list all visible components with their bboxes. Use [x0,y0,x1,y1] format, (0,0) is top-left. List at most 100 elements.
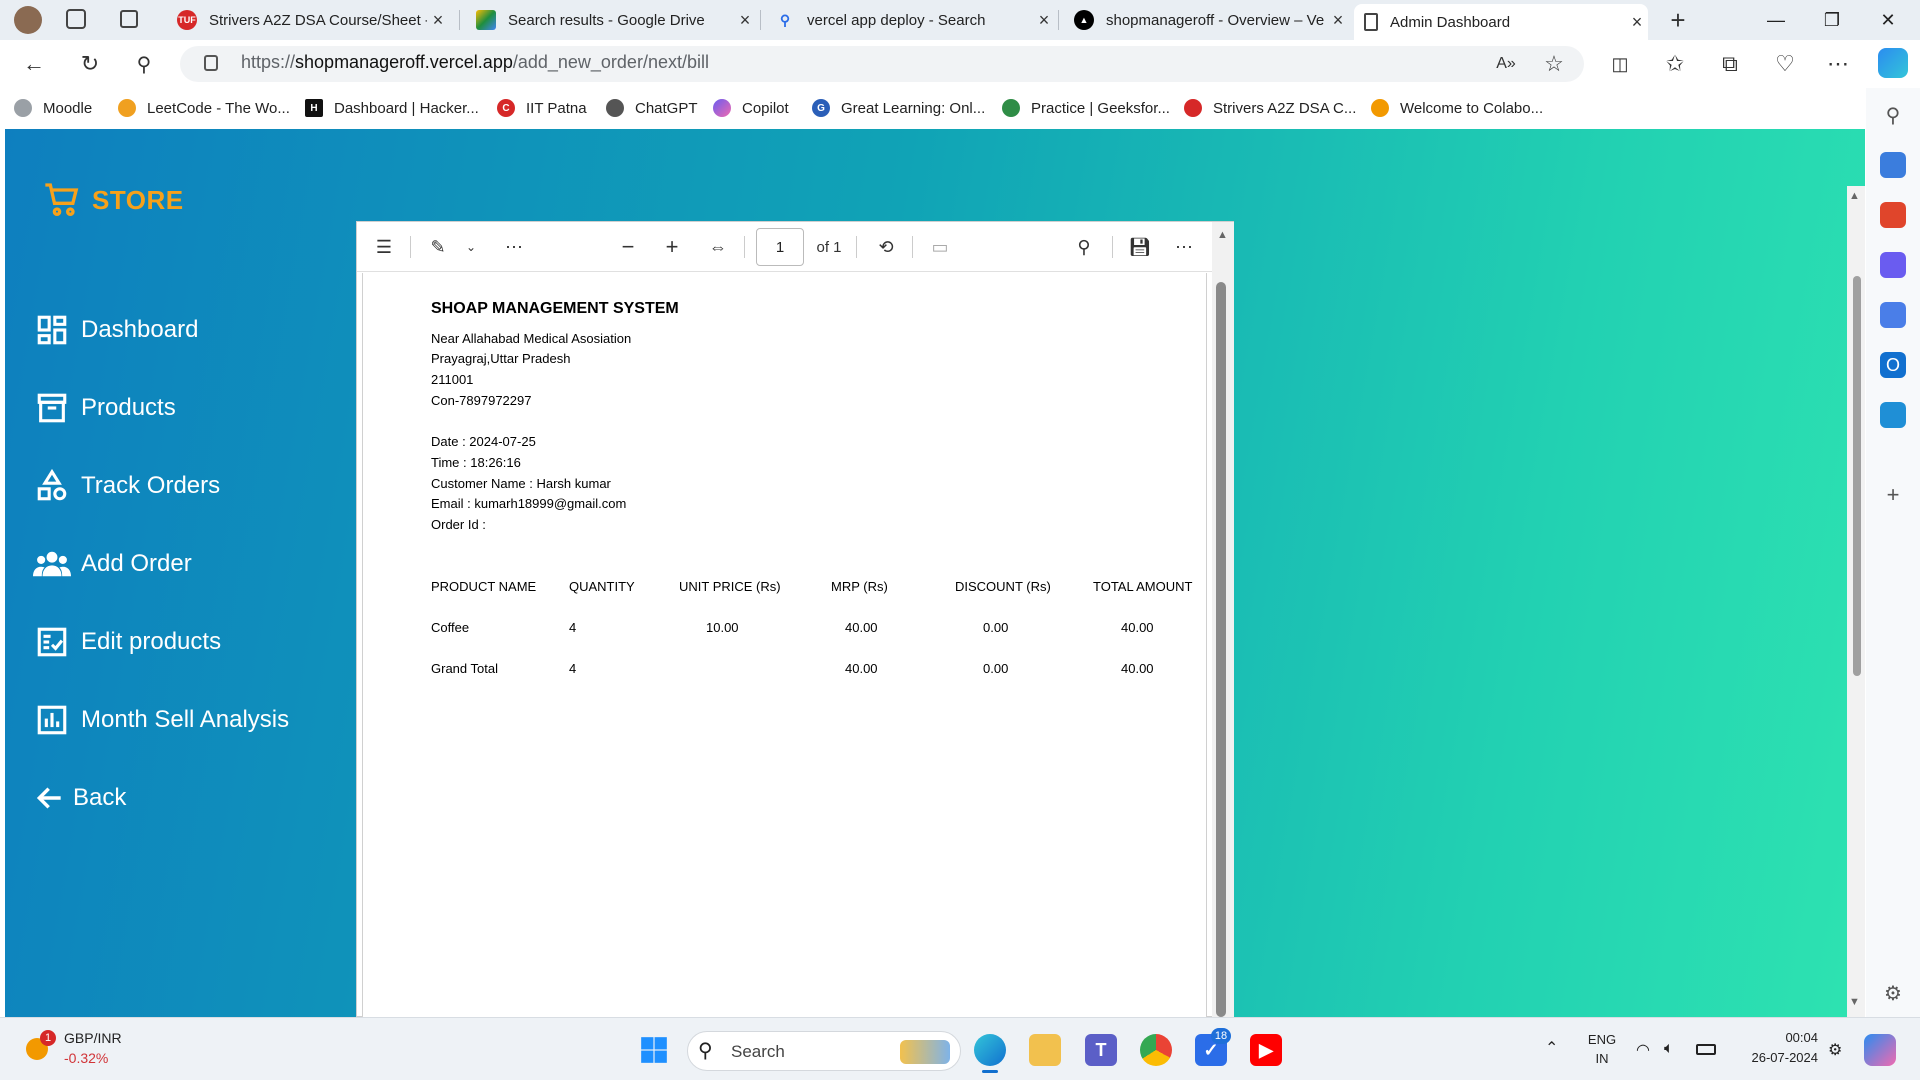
close-icon[interactable]: × [1033,10,1055,31]
browser-tab[interactable]: ⚲ vercel app deploy - Search × [765,4,1055,36]
scroll-up-arrow[interactable]: ▲ [1217,229,1228,241]
bookmark-item[interactable]: H Dashboard | Hacker... [305,96,479,120]
settings-gear-icon[interactable]: ⚙ [1880,980,1906,1006]
search-icon[interactable]: ⚲ [1070,233,1098,261]
toolbox-icon[interactable] [1880,202,1906,228]
sidebar-item-dashboard[interactable]: Dashboard [33,311,198,349]
workspaces-icon[interactable] [66,9,86,29]
collections-icon[interactable]: ⧉ [1714,48,1746,80]
browser-tab[interactable]: TUF Strivers A2Z DSA Course/Sheet - × [167,4,449,36]
page-number-input[interactable]: 1 [756,228,804,266]
search-placeholder: Search [731,1042,785,1061]
microsoft-365-icon[interactable] [1880,302,1906,328]
send-icon[interactable] [1880,402,1906,428]
file-explorer-icon[interactable] [1029,1034,1061,1066]
bookmark-item[interactable]: Welcome to Colabo... [1371,96,1543,120]
lock-icon[interactable] [204,55,218,71]
battery-icon[interactable] [1696,1044,1716,1055]
sidebar-item-add-order[interactable]: Add Order [33,545,192,583]
chrome-icon[interactable] [1140,1034,1172,1066]
fit-to-width-icon[interactable]: ⇔ [704,233,732,261]
clock[interactable]: 00:04 26-07-2024 [1736,1030,1819,1065]
split-screen-icon[interactable]: ◫ [1604,48,1636,80]
bookmark-item[interactable]: Practice | Geeksfor... [1002,96,1170,120]
browser-essentials-icon[interactable]: ♡ [1769,48,1801,80]
sidebar-item-track-orders[interactable]: Track Orders [33,467,220,505]
shopping-cart-icon [45,183,79,216]
browser-tab[interactable]: ▲ shopmanageroff - Overview – Ve × [1064,4,1349,36]
games-icon[interactable] [1880,252,1906,278]
search-icon[interactable]: ⚲ [1880,102,1906,128]
back-button[interactable]: ← [18,48,50,80]
bookmark-item[interactable]: Strivers A2Z DSA C... [1184,96,1356,120]
tab-actions-icon[interactable] [120,10,138,28]
bookmark-item[interactable]: LeetCode - The Wo... [118,96,290,120]
close-icon[interactable]: × [427,10,449,31]
sidebar-item-month-sell-analysis[interactable]: Month Sell Analysis [33,701,289,739]
wifi-icon[interactable]: ◠ [1636,1040,1650,1060]
url-text[interactable]: https://shopmanageroff.vercel.app/add_ne… [241,52,709,73]
zoom-out-icon[interactable]: − [614,233,642,261]
sidebar-item-back[interactable]: Back [33,779,126,817]
close-window-button[interactable]: ✕ [1860,0,1916,40]
taskbar-search-box[interactable]: ⚲ Search [687,1031,961,1071]
bookmark-item[interactable]: G Great Learning: Onl... [812,96,985,120]
browser-tab-active[interactable]: Admin Dashboard × [1354,4,1648,40]
page-scrollbar[interactable] [1847,186,1865,1017]
refresh-button[interactable]: ↻ [74,48,106,80]
scroll-thumb[interactable] [1216,282,1226,1017]
profile-avatar[interactable] [14,6,42,34]
notification-settings-icon[interactable]: ⚙ [1828,1040,1842,1060]
save-icon[interactable]: 💾︎ [1126,233,1154,261]
more-options-icon[interactable]: ⋯ [1822,48,1854,80]
read-aloud-icon[interactable]: A» [1490,48,1522,80]
bookmark-item[interactable]: Moodle [14,96,92,120]
copilot-icon [713,99,731,117]
sidebar-item-products[interactable]: Products [33,389,176,427]
restore-button[interactable]: ❐ [1804,0,1860,40]
scroll-up-arrow[interactable]: ▲ [1849,190,1860,202]
youtube-icon[interactable]: ▶ [1250,1034,1282,1066]
show-hidden-icons[interactable]: ⌃ [1545,1038,1558,1058]
edge-browser-icon[interactable] [974,1034,1006,1066]
close-icon[interactable]: × [734,10,756,31]
chevron-down-icon[interactable]: ⌄ [462,233,480,261]
toolbar-divider [912,236,913,258]
scroll-thumb[interactable] [1853,276,1861,676]
bookmark-item[interactable]: ChatGPT [606,96,698,120]
teams-icon[interactable]: T [1085,1034,1117,1066]
scroll-down-arrow[interactable]: ▼ [1849,996,1860,1008]
add-icon[interactable]: + [1880,482,1906,508]
copilot-icon[interactable] [1878,48,1908,78]
search-icon[interactable]: ⚲ [128,48,160,80]
sidebar-item-edit-products[interactable]: Edit products [33,623,221,661]
more-tools-icon[interactable]: ⋯ [500,233,528,261]
volume-icon[interactable]: 🔈︎ [1664,1040,1674,1058]
favorite-star-icon[interactable]: ☆ [1538,48,1570,80]
address-line: 211001 [431,372,474,387]
stock-widget[interactable]: 1 GBP/INR -0.32% [22,1030,142,1070]
store-logo[interactable]: STORE [42,180,184,220]
great-learning-icon: G [812,99,830,117]
bookmark-item[interactable]: Copilot [713,96,789,120]
notification-badge: 1 [40,1030,56,1046]
favorites-icon[interactable]: ✩ [1659,48,1691,80]
zoom-in-icon[interactable]: + [658,233,686,261]
windows-start-icon[interactable] [638,1034,670,1066]
shopping-tag-icon[interactable] [1880,152,1906,178]
close-icon[interactable]: × [1327,10,1349,31]
page-view-icon[interactable]: ▭ [926,233,954,261]
close-icon[interactable]: × [1626,12,1648,33]
outlook-icon[interactable]: O [1880,352,1906,378]
new-tab-button[interactable]: + [1664,4,1692,36]
rotate-icon[interactable]: ⟲ [872,233,900,261]
copilot-preview-icon[interactable] [1864,1034,1896,1066]
pdf-scrollbar[interactable] [1212,222,1234,1017]
draw-icon[interactable]: ✎ [424,233,452,261]
table-of-contents-icon[interactable]: ☰ [370,233,398,261]
language-indicator[interactable]: ENG IN [1584,1032,1620,1066]
bookmark-item[interactable]: C IIT Patna [497,96,587,120]
minimize-button[interactable]: — [1748,0,1804,40]
browser-tab[interactable]: Search results - Google Drive × [466,4,756,36]
more-options-icon[interactable]: ⋯ [1170,233,1198,261]
